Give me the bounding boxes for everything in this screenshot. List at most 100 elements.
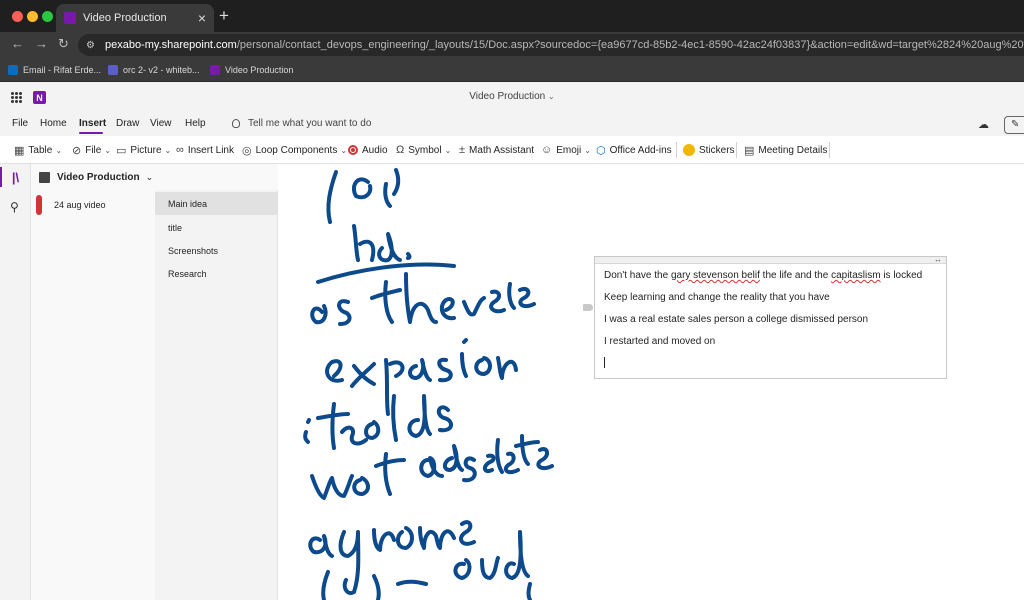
loop-icon: ◎ <box>242 144 252 157</box>
note-container-bar[interactable]: ↔ <box>595 255 946 264</box>
math-icon: ± <box>459 144 466 156</box>
emoji-button[interactable]: ☺ Emoji ⌄ <box>541 143 591 157</box>
picture-icon: ▭ <box>116 144 127 157</box>
search-icon[interactable]: ⚲ <box>10 200 19 214</box>
note-line-1[interactable]: Don't have the gary stevenson belif the … <box>604 270 922 281</box>
tab-draw[interactable]: Draw <box>116 118 139 129</box>
active-tab-indicator <box>79 132 103 134</box>
meeting-details-button[interactable]: ▤ Meeting Details <box>744 143 827 157</box>
editing-mode-button[interactable]: ✎ <box>1004 116 1024 134</box>
pages-pane: Main idea title Screenshots Research <box>155 190 278 600</box>
tab-file[interactable]: File <box>12 118 28 129</box>
section-label: 24 aug video <box>54 200 106 210</box>
note-line-4[interactable]: I restarted and moved on <box>604 336 715 347</box>
zoom-window-button[interactable] <box>42 11 53 22</box>
insert-ribbon: ▦ Table ⌄ ⊘ File ⌄ ▭ Picture ⌄ ∞ Insert Link ◎ L… <box>0 136 1024 164</box>
bookmark-email[interactable]: Email - Rifat Erde... <box>8 63 101 77</box>
math-assistant-button[interactable]: ± Math Assistant <box>459 143 534 157</box>
bookmark-label: Email - Rifat Erde... <box>23 65 102 75</box>
spelling-error[interactable]: capitaslism <box>831 270 880 281</box>
back-icon[interactable]: ← <box>11 37 24 51</box>
page-research[interactable]: Research <box>155 262 278 285</box>
browser-tab-bar: Video Production × + <box>0 0 1024 32</box>
sticker-icon <box>683 144 695 156</box>
note-container-handle-icon[interactable] <box>583 304 593 311</box>
chevron-down-icon: ⌄ <box>104 145 112 155</box>
site-settings-icon[interactable]: ⚙ <box>86 40 95 51</box>
chevron-down-icon: ⌄ <box>55 145 63 155</box>
chevron-down-icon: ⌄ <box>145 171 154 182</box>
chevron-down-icon: ⌄ <box>444 145 452 155</box>
forward-icon[interactable]: → <box>35 37 48 51</box>
tell-me-placeholder: Tell me what you want to do <box>248 118 372 129</box>
handwritten-ink-drawing[interactable] <box>278 164 608 600</box>
sections-pane: 24 aug video <box>31 190 155 600</box>
page-title[interactable]: title <box>155 216 278 239</box>
notebooks-icon[interactable]: |\ <box>0 164 31 190</box>
sync-status-icon[interactable]: ☁ <box>978 118 989 131</box>
reload-icon[interactable]: ↻ <box>58 37 69 51</box>
browser-tab-title: Video Production <box>83 12 167 24</box>
bookmark-video-production[interactable]: Video Production <box>210 63 293 77</box>
address-bar-row: ← → ↻ ⚙ pexabo-my.sharepoint.com/persona… <box>0 32 1024 58</box>
whiteboard-icon <box>108 65 118 75</box>
chevron-down-icon: ⌄ <box>164 145 172 155</box>
url-host: pexabo-my.sharepoint.com <box>104 39 237 51</box>
minimize-window-button[interactable] <box>27 11 38 22</box>
onenote-favicon-icon <box>64 12 76 24</box>
spelling-error[interactable]: gary stevenson belif <box>671 270 760 281</box>
tab-view[interactable]: View <box>150 118 172 129</box>
tell-me-search[interactable]: Tell me what you want to do <box>232 118 371 129</box>
app-header: N Video Production ⌄ <box>0 82 1024 114</box>
office-addins-button[interactable]: ⬡ Office Add-ins <box>596 143 672 157</box>
page-main-idea[interactable]: Main idea <box>155 192 278 215</box>
ribbon-divider <box>736 142 737 158</box>
bookmark-whiteboard[interactable]: orc 2- v2 - whiteb... <box>108 63 200 77</box>
note-container[interactable]: ↔ Don't have the gary stevenson belif th… <box>594 255 947 379</box>
link-icon: ∞ <box>176 144 184 156</box>
page-canvas[interactable]: ↔ Don't have the gary stevenson belif th… <box>278 164 1024 600</box>
attach-icon: ⊘ <box>72 144 82 157</box>
file-button[interactable]: ⊘ File ⌄ <box>72 143 111 157</box>
insert-link-button[interactable]: ∞ Insert Link <box>176 143 234 157</box>
stickers-button[interactable]: Stickers <box>683 143 735 157</box>
url-field[interactable]: ⚙ pexabo-my.sharepoint.com/personal/cont… <box>78 34 1024 56</box>
bookmark-label: Video Production <box>225 65 294 75</box>
new-tab-icon[interactable]: + <box>219 7 229 24</box>
url-path: /personal/contact_devops_engineering/_la… <box>236 39 1024 51</box>
outlook-icon <box>8 65 18 75</box>
text-cursor <box>604 357 605 368</box>
note-line-2[interactable]: Keep learning and change the reality tha… <box>604 292 830 303</box>
close-tab-icon[interactable]: × <box>198 11 206 25</box>
symbol-button[interactable]: Ω Symbol ⌄ <box>396 143 451 157</box>
close-window-button[interactable] <box>12 11 23 22</box>
tab-home[interactable]: Home <box>40 118 67 129</box>
ribbon-divider <box>829 142 830 158</box>
browser-tab-video-production[interactable]: Video Production × <box>56 4 214 32</box>
notebook-name: Video Production <box>57 171 140 183</box>
tab-help[interactable]: Help <box>185 118 206 129</box>
bookmark-label: orc 2- v2 - whiteb... <box>123 65 200 75</box>
onenote-icon <box>210 65 220 75</box>
document-title[interactable]: Video Production ⌄ <box>0 91 1024 102</box>
record-icon <box>348 145 358 155</box>
ribbon-divider <box>676 142 677 158</box>
notebook-icon <box>39 171 50 183</box>
lightbulb-icon <box>232 119 240 128</box>
note-line-3[interactable]: I was a real estate sales person a colle… <box>604 314 868 325</box>
chevron-down-icon: ⌄ <box>340 145 348 155</box>
tab-insert[interactable]: Insert <box>79 118 106 129</box>
resize-handle-icon[interactable]: ↔ <box>934 255 942 264</box>
bookmarks-bar: Email - Rifat Erde... orc 2- v2 - whiteb… <box>0 58 1024 82</box>
menu-bar: File Home Insert Draw View Help Tell me … <box>0 114 1024 136</box>
section-24-aug-video[interactable]: 24 aug video <box>31 192 155 218</box>
picture-button[interactable]: ▭ Picture ⌄ <box>116 143 171 157</box>
table-button[interactable]: ▦ Table ⌄ <box>14 143 62 157</box>
page-screenshots[interactable]: Screenshots <box>155 239 278 262</box>
emoji-icon: ☺ <box>541 144 553 156</box>
meeting-icon: ▤ <box>744 144 755 157</box>
chevron-down-icon: ⌄ <box>584 145 591 155</box>
loop-components-button[interactable]: ◎ Loop Components ⌄ <box>242 143 347 157</box>
notebook-selector[interactable]: Video Production ⌄ <box>31 164 278 190</box>
audio-button[interactable]: Audio <box>348 143 388 157</box>
